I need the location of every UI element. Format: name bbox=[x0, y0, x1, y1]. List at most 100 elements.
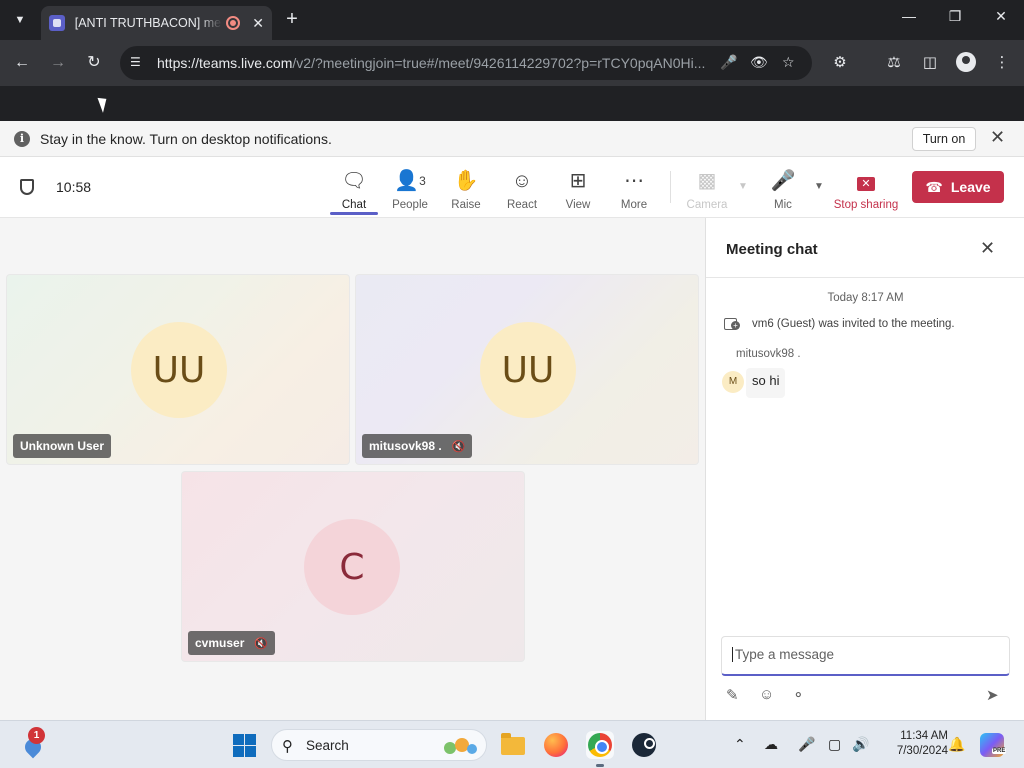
participant-name-tag: cvmuser 🔇 bbox=[188, 631, 276, 655]
minimize-button[interactable]: — bbox=[894, 8, 924, 24]
hang-up-icon: ☎ bbox=[925, 178, 943, 195]
chat-bubble-icon: 🗨 bbox=[341, 170, 367, 192]
more-button[interactable]: ⋯ More bbox=[606, 169, 662, 211]
camera-button[interactable]: ▩ Camera bbox=[679, 169, 735, 211]
new-tab-button[interactable]: + bbox=[281, 8, 303, 30]
microphone-icon: 🎤 bbox=[770, 170, 796, 192]
extensions-icon[interactable]: ⚙ bbox=[830, 53, 850, 71]
grid-view-icon: ⊞ bbox=[569, 170, 587, 192]
system-clock[interactable]: 11:34 AM 7/30/2024 bbox=[880, 729, 948, 759]
people-button[interactable]: 👤3 People bbox=[382, 169, 438, 211]
participant-name-tag: mitusovk98 . 🔇 bbox=[362, 434, 473, 458]
info-icon: i bbox=[14, 130, 30, 147]
message-sender: mitusovk98 . bbox=[736, 348, 801, 360]
volume-icon[interactable]: 🔊 bbox=[852, 736, 869, 753]
file-explorer-icon[interactable] bbox=[498, 731, 526, 759]
stop-sharing-button[interactable]: ✕ Stop sharing bbox=[832, 169, 900, 211]
back-button[interactable]: ← bbox=[10, 52, 34, 74]
people-label: People bbox=[392, 199, 428, 211]
system-message: vm6 (Guest) was invited to the meeting. bbox=[752, 318, 955, 330]
participant-tile[interactable]: UU Unknown User bbox=[6, 274, 350, 465]
side-panel-icon[interactable]: ◫ bbox=[920, 53, 940, 71]
meeting-chat-panel: Meeting chat ✕ Today 8:17 AM vm6 (Guest)… bbox=[705, 218, 1024, 720]
search-highlight-art-icon bbox=[444, 738, 477, 754]
stop-sharing-label: Stop sharing bbox=[833, 199, 899, 211]
restore-button[interactable]: ❐ bbox=[940, 8, 970, 25]
firefox-icon[interactable] bbox=[542, 731, 570, 759]
turn-on-notifications-button[interactable]: Turn on bbox=[912, 127, 976, 151]
tray-overflow-chevron-icon[interactable]: ⌃ bbox=[734, 736, 746, 753]
view-button[interactable]: ⊞ View bbox=[550, 169, 606, 211]
react-label: React bbox=[506, 199, 538, 211]
mic-label: Mic bbox=[774, 199, 792, 211]
recording-indicator-icon bbox=[226, 16, 241, 30]
leave-button[interactable]: ☎ Leave bbox=[912, 171, 1004, 203]
search-label: Search bbox=[306, 738, 349, 753]
teams-favicon-icon bbox=[49, 15, 65, 31]
forward-button[interactable]: → bbox=[46, 52, 70, 74]
page-top-bar bbox=[0, 86, 1024, 121]
smiley-icon: ☺ bbox=[511, 170, 533, 192]
notification-badge: 1 bbox=[28, 727, 45, 744]
hand-icon: ✋ bbox=[453, 170, 479, 192]
video-stage: UU Unknown User UU mitusovk98 . 🔇 C cvmu… bbox=[0, 218, 705, 720]
meeting-control-bar: 10:58 🗨 Chat 👤3 People ✋ Raise ☺ React ⊞… bbox=[0, 157, 1024, 218]
mic-options-chevron-icon[interactable]: ▼ bbox=[814, 181, 824, 192]
camera-blocked-icon[interactable]: 👁 bbox=[750, 54, 768, 71]
participant-name: cvmuser bbox=[195, 636, 245, 650]
microphone-in-use-icon[interactable]: 🎤 bbox=[720, 54, 737, 71]
profile-avatar-icon[interactable] bbox=[956, 52, 976, 72]
camera-off-icon: ▩ bbox=[697, 170, 717, 192]
tab-search-chevron-icon[interactable]: ▼ bbox=[8, 8, 32, 32]
browser-toolbar: ← → ↻ ☰ https://teams.live.com/v2/?meeti… bbox=[0, 40, 1024, 86]
bookmark-star-icon[interactable]: ☆ bbox=[782, 54, 795, 71]
mic-muted-icon: 🔇 bbox=[451, 440, 466, 453]
chrome-icon[interactable] bbox=[586, 731, 614, 767]
mic-muted-icon: 🔇 bbox=[254, 637, 269, 650]
address-bar[interactable]: ☰ https://teams.live.com/v2/?meetingjoin… bbox=[120, 46, 812, 80]
url-text[interactable]: https://teams.live.com/v2/?meetingjoin=t… bbox=[157, 55, 712, 71]
notifications-bell-icon[interactable]: 🔔 bbox=[948, 736, 965, 753]
onedrive-icon[interactable]: ☁ bbox=[764, 736, 778, 753]
react-button[interactable]: ☺ React bbox=[494, 169, 550, 211]
tab-close-icon[interactable]: ✕ bbox=[252, 15, 264, 32]
mic-button[interactable]: 🎤 Mic bbox=[755, 169, 811, 211]
steam-icon[interactable] bbox=[630, 731, 658, 759]
close-window-button[interactable]: ✕ bbox=[986, 8, 1016, 25]
participant-tile[interactable]: UU mitusovk98 . 🔇 bbox=[355, 274, 699, 465]
dismiss-banner-icon[interactable]: ✕ bbox=[990, 127, 1005, 148]
emoji-icon[interactable]: ☺ bbox=[759, 686, 774, 703]
taskbar-search[interactable]: ⚲ Search bbox=[271, 729, 487, 761]
message-input[interactable] bbox=[732, 647, 992, 662]
labs-flask-icon[interactable]: ⚖ bbox=[884, 53, 904, 71]
browser-menu-icon[interactable]: ⋮ bbox=[992, 53, 1012, 71]
participant-tile[interactable]: C cvmuser 🔇 bbox=[181, 471, 525, 662]
camera-options-chevron-icon[interactable]: ▼ bbox=[738, 181, 748, 192]
compose-box[interactable] bbox=[721, 636, 1010, 676]
site-info-icon[interactable]: ☰ bbox=[130, 55, 141, 69]
format-icon[interactable]: ✎ bbox=[726, 686, 739, 704]
reload-button[interactable]: ↻ bbox=[82, 52, 106, 74]
more-dots-icon: ⋯ bbox=[624, 170, 644, 192]
browser-tab[interactable]: [ANTI TRUTHBACON] meeting ✕ bbox=[41, 6, 272, 40]
search-icon: ⚲ bbox=[282, 738, 293, 755]
chat-timestamp: Today 8:17 AM bbox=[827, 292, 904, 304]
close-chat-icon[interactable]: ✕ bbox=[980, 238, 995, 259]
avatar: M bbox=[722, 371, 744, 393]
display-icon[interactable]: ▢ bbox=[828, 736, 841, 753]
chat-message[interactable]: so hi bbox=[746, 368, 786, 398]
chat-button[interactable]: 🗨 Chat bbox=[326, 169, 382, 215]
shield-icon[interactable] bbox=[20, 179, 34, 195]
clock-date: 7/30/2024 bbox=[896, 745, 948, 757]
clock-time: 11:34 AM bbox=[900, 730, 948, 742]
chat-panel-title: Meeting chat bbox=[726, 241, 818, 258]
windows-start-icon[interactable] bbox=[233, 734, 256, 757]
participant-name: mitusovk98 . bbox=[369, 439, 442, 453]
send-icon[interactable]: ➤ bbox=[986, 686, 999, 704]
sticker-icon[interactable]: ⚬ bbox=[792, 686, 805, 704]
microphone-tray-icon[interactable]: 🎤 bbox=[798, 736, 815, 753]
stop-share-icon: ✕ bbox=[857, 177, 875, 191]
avatar: UU bbox=[480, 322, 576, 418]
people-icon: 👤3 bbox=[394, 170, 426, 192]
raise-hand-button[interactable]: ✋ Raise bbox=[438, 169, 494, 211]
